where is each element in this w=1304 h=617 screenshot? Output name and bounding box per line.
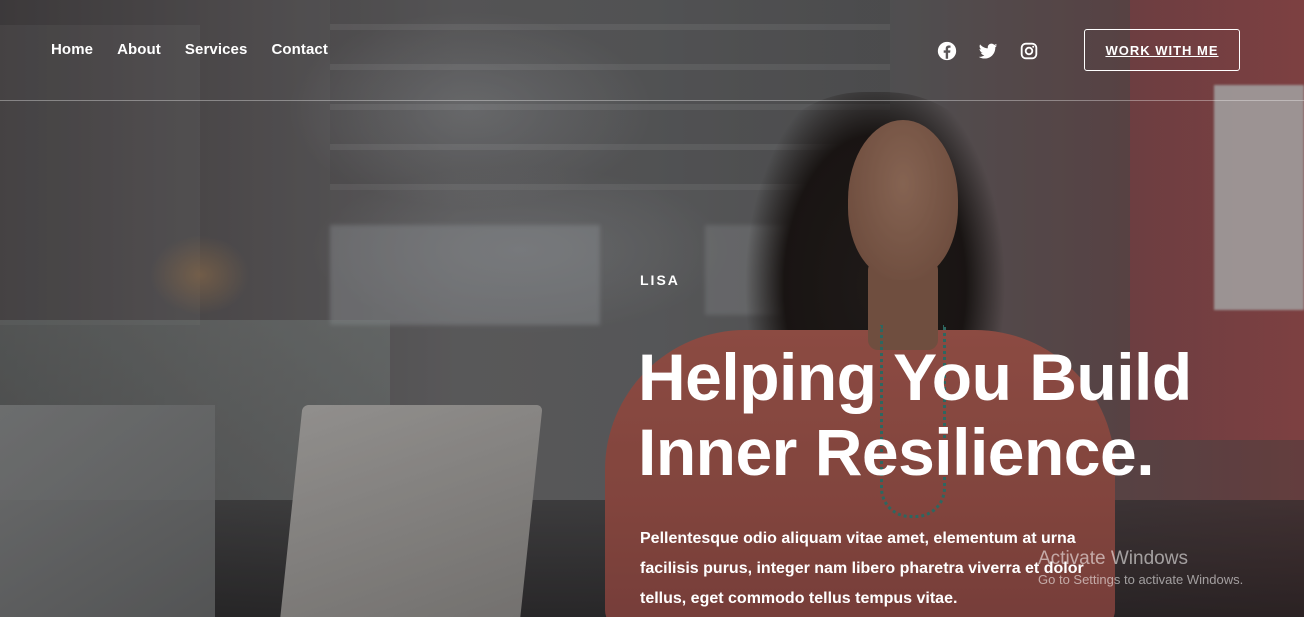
activate-windows-watermark: Activate Windows Go to Settings to activ… (1038, 547, 1243, 589)
nav-item-home: Home (51, 41, 93, 59)
nav-link-services[interactable]: Services (185, 41, 248, 58)
watermark-title: Activate Windows (1038, 548, 1188, 569)
nav-link-about[interactable]: About (117, 41, 161, 58)
site-header: Home About Services Contact WORK WITH ME (0, 0, 1304, 101)
social-links (936, 40, 1040, 62)
headline-line: Helping You Build (638, 340, 1192, 414)
instagram-icon[interactable] (1018, 40, 1040, 62)
twitter-icon[interactable] (977, 40, 999, 62)
main-nav: Home About Services Contact (51, 41, 328, 59)
hero-eyebrow: LISA (640, 272, 680, 288)
work-with-me-button[interactable]: WORK WITH ME (1084, 29, 1240, 71)
nav-item-about: About (117, 41, 161, 59)
description-line: Pellentesque odio aliquam vitae amet, el… (640, 530, 1076, 547)
nav-link-home[interactable]: Home (51, 41, 93, 58)
headline-line: Inner Resilience. (638, 415, 1155, 489)
description-line: tellus, eget commodo tellus tempus vitae… (640, 590, 958, 607)
nav-item-contact: Contact (271, 41, 328, 59)
page: Home About Services Contact WORK WITH ME… (0, 0, 1304, 617)
watermark-subtitle: Go to Settings to activate Windows. (1038, 572, 1244, 587)
hero-headline: Helping You Build Inner Resilience. (638, 340, 1278, 490)
nav-item-services: Services (185, 41, 248, 59)
description-line: facilisis purus, integer nam libero phar… (640, 560, 1084, 577)
facebook-icon[interactable] (936, 40, 958, 62)
nav-link-contact[interactable]: Contact (271, 41, 328, 58)
